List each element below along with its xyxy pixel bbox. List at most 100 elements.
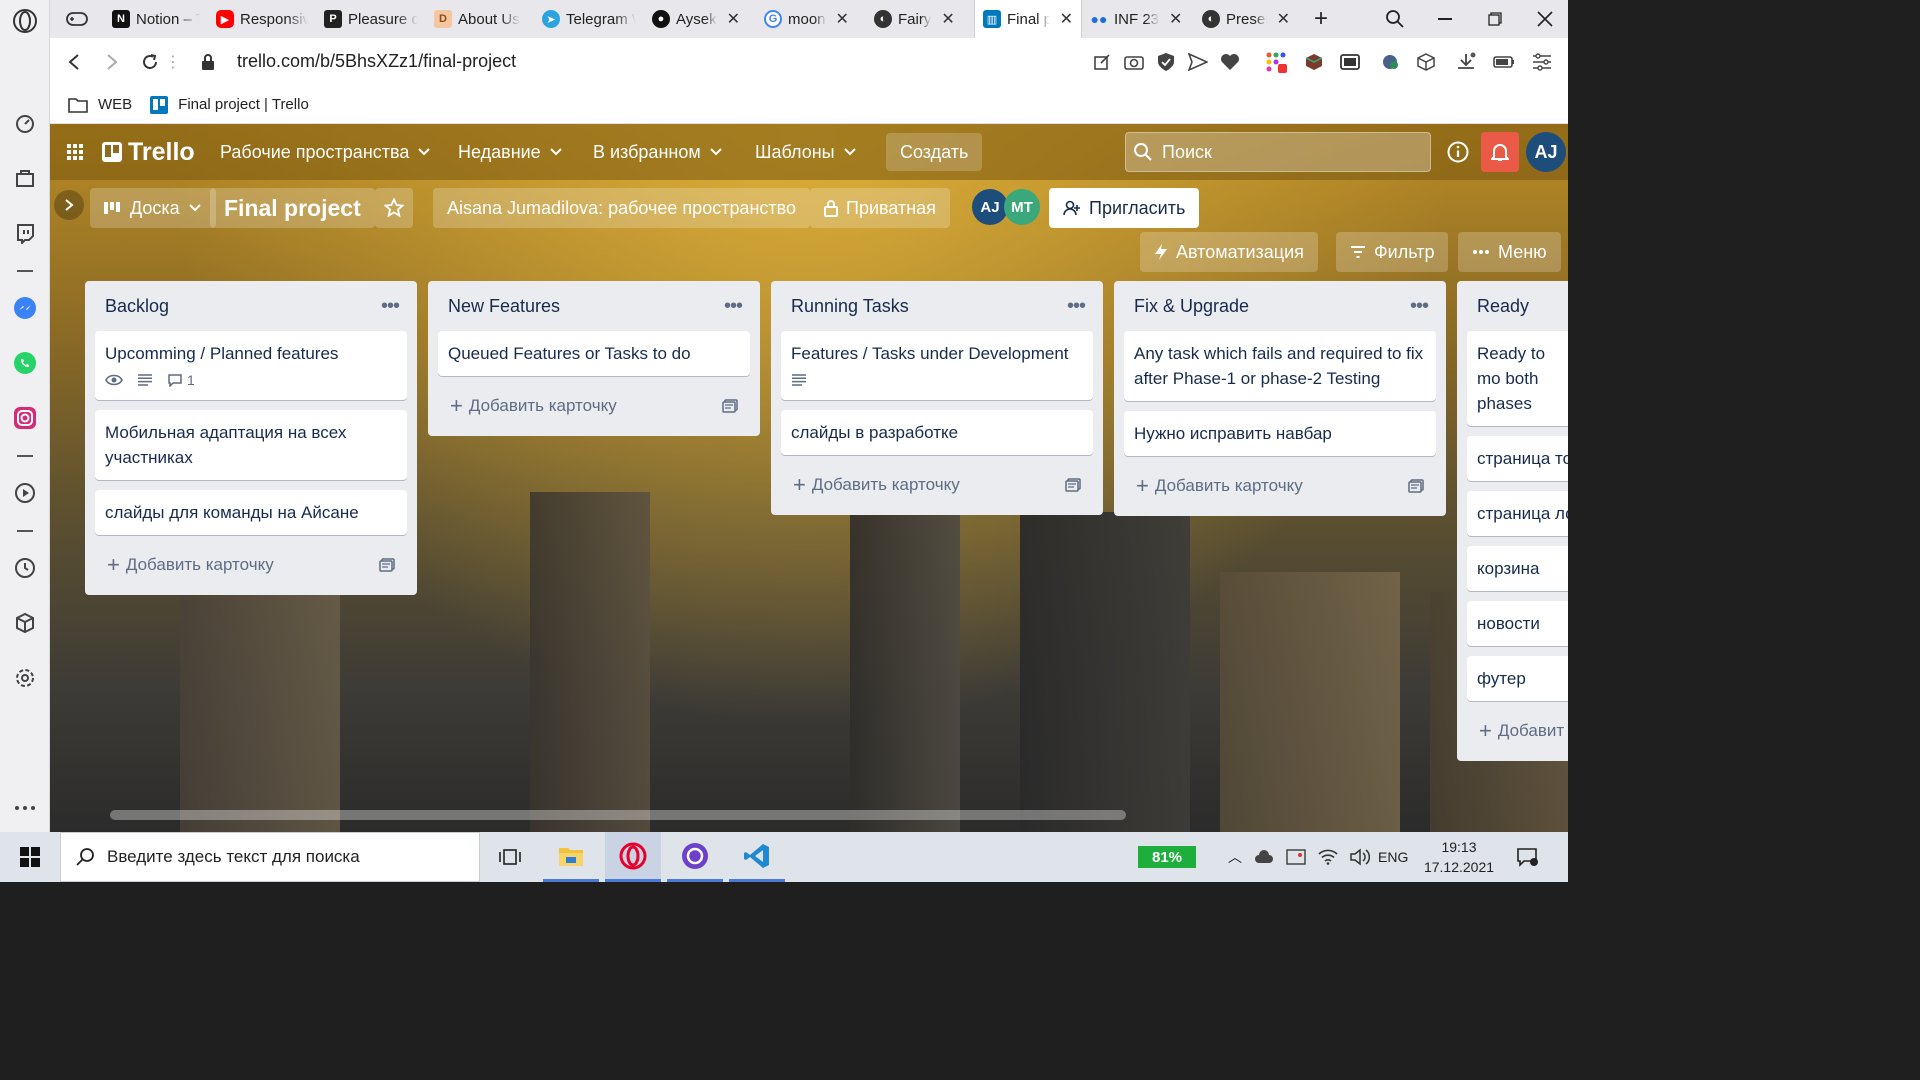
card[interactable]: страница то [1467, 436, 1568, 481]
star-board-icon[interactable] [375, 188, 413, 228]
vpn-icon[interactable] [1378, 50, 1402, 74]
add-card-button[interactable]: + Добавит [1479, 718, 1564, 744]
template-card-icon[interactable] [1065, 478, 1081, 492]
chevron-up-icon[interactable]: ︿ [1228, 847, 1242, 867]
screen-icon[interactable] [1338, 50, 1362, 74]
messenger-icon[interactable] [10, 293, 40, 323]
close-tab-icon[interactable]: ✕ [1169, 9, 1182, 29]
close-window-icon[interactable] [1520, 0, 1570, 38]
member-avatar[interactable]: MT [1004, 189, 1040, 225]
list-title[interactable]: Running Tasks [791, 296, 909, 317]
create-button[interactable]: Создать [886, 133, 983, 171]
tab-telegram[interactable]: ➤ Telegram W [534, 0, 644, 38]
bag-icon[interactable] [10, 163, 40, 193]
easy-setup-icon[interactable] [1530, 50, 1554, 74]
tab-fairy[interactable]: ◐ Fairy ✕ [866, 0, 974, 38]
template-card-icon[interactable] [1408, 479, 1424, 493]
close-tab-icon[interactable]: ✕ [1060, 9, 1073, 29]
back-arrow-icon[interactable] [62, 50, 86, 74]
list-menu-icon[interactable]: ••• [1067, 295, 1086, 318]
opera-taskbar-icon[interactable] [605, 832, 661, 882]
list-title[interactable]: Backlog [105, 296, 169, 317]
automation-button[interactable]: Автоматизация [1140, 232, 1318, 272]
user-avatar[interactable]: AJ [1526, 132, 1566, 172]
tab-notion[interactable]: N Notion – T [104, 0, 208, 38]
language-indicator[interactable]: ENG [1378, 832, 1408, 882]
taskbar-search-input[interactable]: Введите здесь текст для поиска [60, 832, 480, 882]
bookmark-final-project[interactable]: Final project | Trello [178, 96, 309, 113]
template-card-icon[interactable] [379, 558, 395, 572]
card[interactable]: Ready to mo both phases [1467, 331, 1568, 426]
invite-button[interactable]: Пригласить [1049, 188, 1200, 228]
board-view-switcher[interactable]: Доска [90, 188, 216, 228]
lock-icon[interactable] [196, 50, 220, 74]
forward-arrow-icon[interactable] [100, 50, 124, 74]
info-icon[interactable] [1440, 134, 1476, 170]
nav-starred[interactable]: В избранном [585, 136, 731, 168]
nav-workspaces[interactable]: Рабочие пространства [212, 136, 439, 168]
tab-about-us[interactable]: D About Us [426, 0, 534, 38]
card[interactable]: слайды для команды на Айсане [95, 490, 407, 535]
template-card-icon[interactable] [722, 399, 738, 413]
clock[interactable]: 19:13 17.12.2021 [1420, 832, 1498, 882]
volume-icon[interactable] [1350, 848, 1370, 866]
tab-youtube[interactable]: ▶ Responsiv [208, 0, 316, 38]
minimize-icon[interactable] [1420, 0, 1470, 38]
tab-presentation[interactable]: ◐ Presen ✕ [1194, 0, 1298, 38]
card[interactable]: новости [1467, 601, 1568, 646]
close-tab-icon[interactable]: ✕ [1277, 9, 1290, 29]
reload-icon[interactable] [138, 50, 162, 74]
card[interactable]: Мобильная адаптация на всех участниках [95, 410, 407, 480]
whatsapp-icon[interactable] [10, 348, 40, 378]
download-icon[interactable] [1454, 50, 1478, 74]
horizontal-scrollbar[interactable] [110, 810, 1126, 820]
card[interactable]: Features / Tasks under Development [781, 331, 1093, 400]
instagram-icon[interactable] [10, 403, 40, 433]
add-card-button[interactable]: + Добавить карточку [793, 472, 960, 498]
url-input[interactable]: trello.com/b/5BhsXZz1/final-project [237, 51, 516, 72]
list-menu-icon[interactable]: ••• [1410, 295, 1429, 318]
card[interactable]: страница ло [1467, 491, 1568, 536]
add-card-button[interactable]: + Добавить карточку [450, 393, 617, 419]
visibility-button[interactable]: Приватная [810, 188, 950, 228]
close-tab-icon[interactable]: ✕ [941, 9, 954, 29]
add-card-button[interactable]: + Добавить карточку [107, 552, 274, 578]
speed-dial-icon[interactable] [10, 108, 40, 138]
member-avatar[interactable]: AJ [972, 189, 1008, 225]
file-explorer-icon[interactable] [543, 832, 599, 882]
github-desktop-icon[interactable] [667, 832, 723, 882]
tab-google[interactable]: G moon ✕ [756, 0, 866, 38]
search-input[interactable]: Поиск [1125, 132, 1431, 172]
board-title[interactable]: Final project [210, 188, 375, 228]
shield-icon[interactable] [1154, 50, 1178, 74]
trello-logo[interactable]: Trello [94, 136, 203, 168]
card[interactable]: корзина [1467, 546, 1568, 591]
history-icon[interactable] [10, 553, 40, 583]
camera-icon[interactable] [1122, 50, 1146, 74]
heart-icon[interactable] [1218, 50, 1242, 74]
tab-trello[interactable]: ▥ Final p ✕ [974, 0, 1082, 38]
search-tabs-icon[interactable] [1370, 0, 1420, 38]
apps-grid-icon[interactable] [58, 136, 92, 168]
battery-percent[interactable]: 81% [1138, 846, 1196, 868]
list-menu-icon[interactable]: ••• [724, 295, 743, 318]
task-view-icon[interactable] [482, 832, 538, 882]
nav-templates[interactable]: Шаблоны [747, 136, 865, 168]
player-icon[interactable] [10, 478, 40, 508]
image-tray-icon[interactable] [1286, 848, 1306, 866]
notifications-icon[interactable] [1502, 832, 1552, 882]
menu-button[interactable]: Меню [1458, 232, 1561, 272]
workspace-button[interactable]: Aisana Jumadilova: рабочее пространство [433, 188, 811, 228]
close-tab-icon[interactable]: ✕ [727, 9, 740, 29]
list-title[interactable]: Ready [1477, 296, 1529, 317]
card[interactable]: футер [1467, 656, 1568, 701]
opera-logo-icon[interactable] [10, 6, 40, 36]
filter-button[interactable]: Фильтр [1336, 232, 1449, 272]
tab-inf[interactable]: ●● INF 23 ✕ [1082, 0, 1194, 38]
box-icon[interactable] [1414, 50, 1438, 74]
add-card-button[interactable]: + Добавить карточку [1136, 473, 1303, 499]
twitch-icon[interactable] [10, 218, 40, 248]
extension-dots-icon[interactable] [1264, 50, 1288, 74]
bookmark-web[interactable]: WEB [98, 96, 132, 113]
notifications-bell-icon[interactable] [1481, 132, 1519, 172]
